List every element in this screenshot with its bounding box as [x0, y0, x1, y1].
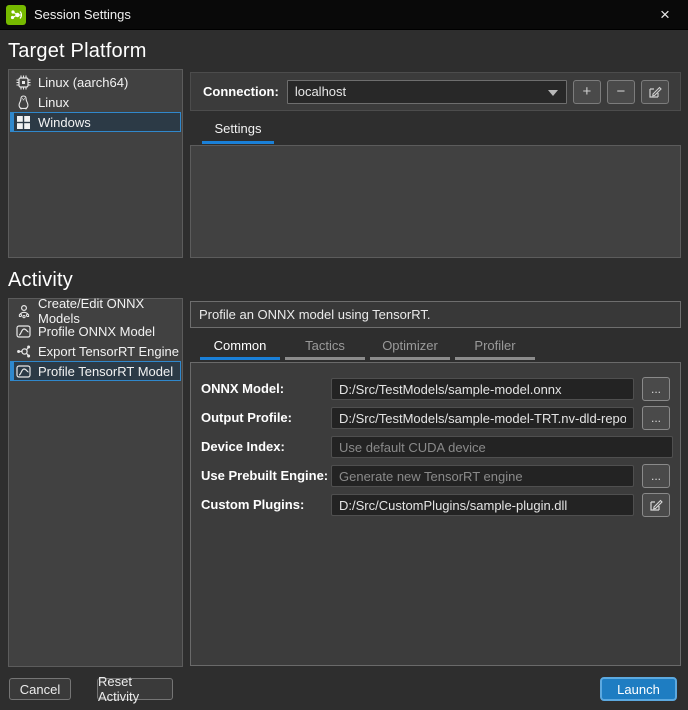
onnx-model-label: ONNX Model: — [201, 381, 284, 396]
activity-item-label: Profile ONNX Model — [38, 324, 155, 339]
platform-item-label: Linux (aarch64) — [38, 75, 128, 90]
connection-value: localhost — [295, 84, 346, 99]
tab-tactics[interactable]: Tactics — [285, 336, 365, 360]
custom-plugins-edit-button[interactable] — [642, 493, 670, 517]
tab-tactics-underline — [285, 357, 365, 360]
activity-item-profile-tensorrt[interactable]: Profile TensorRT Model — [10, 361, 181, 381]
output-profile-label: Output Profile: — [201, 410, 292, 425]
tab-settings-label: Settings — [215, 121, 262, 136]
tab-common[interactable]: Common — [200, 336, 280, 360]
form-row-onnx-model: ONNX Model: ... — [191, 377, 680, 401]
chip-icon — [16, 75, 31, 90]
connection-dropdown[interactable]: localhost — [287, 80, 567, 104]
cancel-button[interactable]: Cancel — [9, 678, 71, 700]
activity-item-export-tensorrt[interactable]: Export TensorRT Engine — [10, 341, 181, 361]
tab-settings[interactable]: Settings — [202, 118, 274, 142]
windows-icon — [16, 115, 31, 130]
form-row-output-profile: Output Profile: ... — [191, 406, 680, 430]
pencil-icon — [648, 85, 662, 99]
reset-activity-button[interactable]: Reset Activity — [97, 678, 173, 700]
connection-panel: Connection: localhost + − — [190, 72, 681, 111]
tab-settings-underline — [202, 141, 274, 144]
output-profile-input[interactable] — [331, 407, 634, 429]
profile-chart-icon — [16, 324, 31, 339]
tab-profiler[interactable]: Profiler — [455, 336, 535, 360]
nvidia-app-icon — [6, 5, 26, 25]
device-index-label: Device Index: — [201, 439, 285, 454]
use-prebuilt-engine-label: Use Prebuilt Engine: — [201, 468, 328, 483]
common-tab-form: ONNX Model: ... Output Profile: ... Devi… — [190, 362, 681, 666]
chevron-down-icon — [548, 90, 558, 96]
activity-heading: Activity — [8, 269, 73, 292]
person-network-icon — [16, 304, 31, 319]
use-prebuilt-engine-browse-button[interactable]: ... — [642, 464, 670, 488]
activity-list: Create/Edit ONNX Models Profile ONNX Mod… — [8, 298, 183, 667]
tab-tactics-label: Tactics — [305, 338, 345, 353]
remove-connection-button[interactable]: − — [607, 80, 635, 104]
tab-profiler-label: Profiler — [474, 338, 515, 353]
penguin-icon — [16, 95, 31, 110]
form-row-custom-plugins: Custom Plugins: — [191, 493, 680, 517]
onnx-model-browse-button[interactable]: ... — [642, 377, 670, 401]
device-index-input[interactable] — [331, 436, 673, 458]
form-row-device-index: Device Index: — [191, 435, 680, 459]
tab-optimizer[interactable]: Optimizer — [370, 336, 450, 360]
add-connection-button[interactable]: + — [573, 80, 601, 104]
use-prebuilt-engine-input[interactable] — [331, 465, 634, 487]
tab-optimizer-label: Optimizer — [382, 338, 438, 353]
connection-label: Connection: — [203, 84, 279, 99]
close-icon[interactable]: × — [642, 0, 688, 30]
platform-item-label: Windows — [38, 115, 91, 130]
molecule-icon — [16, 344, 31, 359]
settings-content-panel — [190, 145, 681, 258]
profile-chart-icon — [16, 364, 31, 379]
onnx-model-input[interactable] — [331, 378, 634, 400]
platform-item-windows[interactable]: Windows — [10, 112, 181, 132]
activity-item-label: Profile TensorRT Model — [38, 364, 173, 379]
output-profile-browse-button[interactable]: ... — [642, 406, 670, 430]
activity-item-create-edit-onnx[interactable]: Create/Edit ONNX Models — [10, 301, 181, 321]
activity-description: Profile an ONNX model using TensorRT. — [190, 301, 681, 328]
custom-plugins-label: Custom Plugins: — [201, 497, 304, 512]
activity-item-label: Create/Edit ONNX Models — [38, 296, 180, 326]
activity-tabs: Common Tactics Optimizer Profiler — [200, 336, 535, 360]
custom-plugins-input[interactable] — [331, 494, 634, 516]
tab-optimizer-underline — [370, 357, 450, 360]
window-title: Session Settings — [34, 7, 131, 22]
activity-item-label: Export TensorRT Engine — [38, 344, 179, 359]
session-settings-dialog: Session Settings × Target Platform Linux… — [0, 0, 688, 710]
target-platform-heading: Target Platform — [8, 40, 147, 63]
platform-item-label: Linux — [38, 95, 69, 110]
platform-list: Linux (aarch64) Linux Windo — [8, 69, 183, 258]
tab-profiler-underline — [455, 357, 535, 360]
tab-common-underline — [200, 357, 280, 360]
tab-common-label: Common — [214, 338, 267, 353]
titlebar: Session Settings × — [0, 0, 688, 30]
pencil-icon — [649, 498, 663, 512]
launch-button[interactable]: Launch — [600, 677, 677, 701]
platform-item-linux[interactable]: Linux — [10, 92, 181, 112]
edit-connection-button[interactable] — [641, 80, 669, 104]
platform-item-linux-aarch64[interactable]: Linux (aarch64) — [10, 72, 181, 92]
form-row-use-prebuilt-engine: Use Prebuilt Engine: ... — [191, 464, 680, 488]
